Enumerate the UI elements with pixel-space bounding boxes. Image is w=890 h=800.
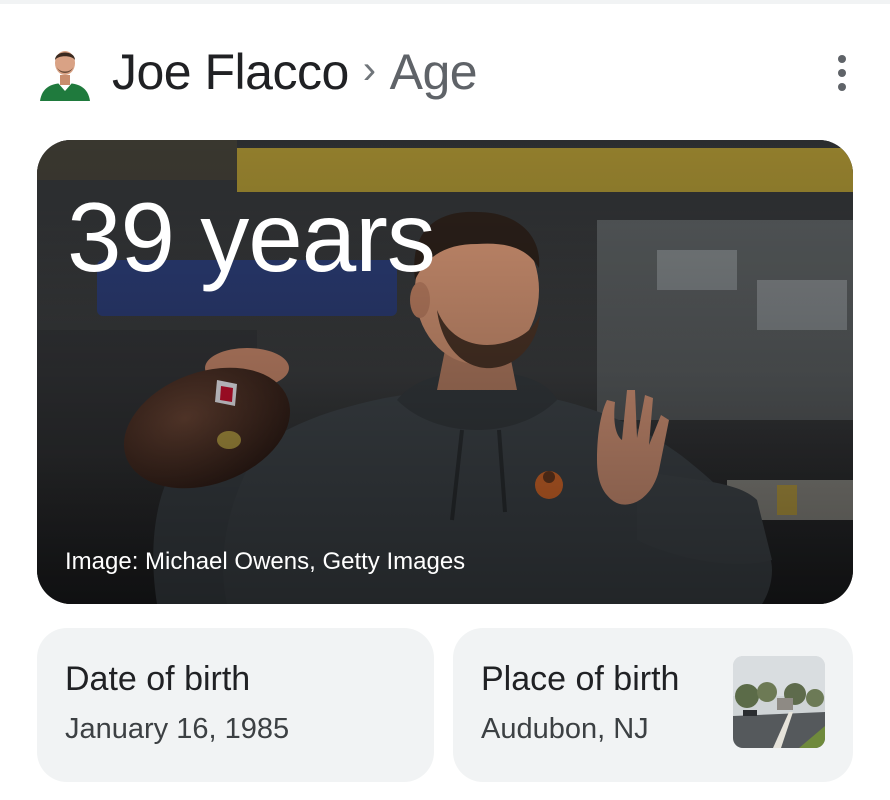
age-value: 39 years <box>67 182 436 292</box>
top-divider <box>0 0 890 4</box>
place-of-birth-card[interactable]: Place of birth Audubon, NJ <box>453 628 853 782</box>
date-of-birth-card[interactable]: Date of birth January 16, 1985 <box>37 628 434 782</box>
street-photo-icon <box>733 656 825 748</box>
dob-label: Date of birth <box>65 660 251 698</box>
knowledge-panel: Joe Flacco › Age 39 years Image: Michael… <box>0 0 890 800</box>
attribute-name: Age <box>389 44 478 100</box>
entity-name[interactable]: Joe Flacco <box>112 43 349 101</box>
dob-value: January 16, 1985 <box>65 713 290 745</box>
panel-header: Joe Flacco › Age <box>36 40 854 104</box>
image-credit: Image: Michael Owens, Getty Images <box>65 548 466 575</box>
breadcrumb-separator: › <box>362 47 376 92</box>
person-avatar-icon[interactable] <box>36 43 94 101</box>
hero-image-card[interactable]: 39 years Image: Michael Owens, Getty Ima… <box>37 140 853 604</box>
more-options-button[interactable] <box>830 48 854 98</box>
more-vert-icon <box>838 55 846 63</box>
page-title: Joe Flacco › Age <box>112 43 478 101</box>
